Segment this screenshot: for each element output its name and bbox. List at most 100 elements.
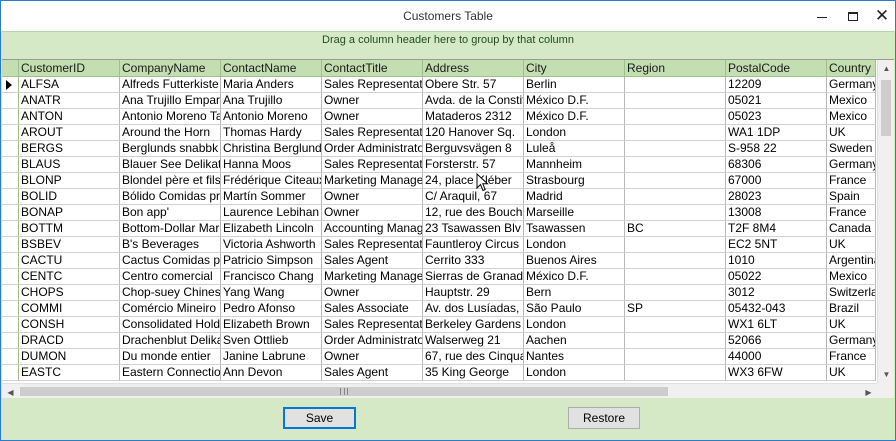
column-header-region[interactable]: Region xyxy=(625,60,726,77)
cell-region[interactable] xyxy=(625,365,726,381)
cell-customer-id[interactable]: CONSH xyxy=(19,317,120,333)
save-button[interactable]: Save xyxy=(283,407,356,429)
cell-company-name[interactable]: Drachenblut Delika xyxy=(120,333,221,349)
cell-address[interactable]: 12, rue des Bouch xyxy=(423,205,524,221)
cell-customer-id[interactable]: CENTC xyxy=(19,269,120,285)
cell-contact-title[interactable]: Marketing Manage xyxy=(322,173,423,189)
cell-city[interactable]: Berlin xyxy=(524,77,625,93)
table-row[interactable]: BLONP Blondel père et fils Frédérique Cite… xyxy=(2,173,876,189)
cell-address[interactable]: Fauntleroy Circus xyxy=(423,237,524,253)
cell-customer-id[interactable]: ANTON xyxy=(19,109,120,125)
cell-contact-title[interactable]: Sales Representati xyxy=(322,317,423,333)
cell-postal-code[interactable]: 13008 xyxy=(726,205,827,221)
cell-company-name[interactable]: Around the Horn xyxy=(120,125,221,141)
column-header-customer-id[interactable]: CustomerID xyxy=(19,60,120,77)
cell-company-name[interactable]: Bólido Comidas pr xyxy=(120,189,221,205)
cell-contact-name[interactable]: Pedro Afonso xyxy=(221,301,322,317)
cell-postal-code[interactable]: 05021 xyxy=(726,93,827,109)
cell-contact-name[interactable]: Yang Wang xyxy=(221,285,322,301)
cell-city[interactable]: Madrid xyxy=(524,189,625,205)
cell-customer-id[interactable]: AROUT xyxy=(19,125,120,141)
cell-address[interactable]: Hauptstr. 29 xyxy=(423,285,524,301)
row-header[interactable] xyxy=(2,173,19,189)
cell-postal-code[interactable]: 3012 xyxy=(726,285,827,301)
cell-postal-code[interactable]: 68306 xyxy=(726,157,827,173)
row-header[interactable] xyxy=(2,157,19,173)
scroll-right-arrow-icon[interactable]: ▶ xyxy=(860,384,877,398)
select-all-corner[interactable] xyxy=(2,60,19,77)
cell-contact-title[interactable]: Accounting Manag xyxy=(322,221,423,237)
row-header[interactable] xyxy=(2,237,19,253)
scroll-up-arrow-icon[interactable]: ▲ xyxy=(878,60,894,77)
cell-contact-title[interactable]: Owner xyxy=(322,205,423,221)
cell-region[interactable] xyxy=(625,285,726,301)
cell-city[interactable]: México D.F. xyxy=(524,93,625,109)
close-button[interactable]: ✕ xyxy=(867,1,896,31)
column-header-city[interactable]: City xyxy=(524,60,625,77)
cell-city[interactable]: Buenos Aires xyxy=(524,253,625,269)
cell-address[interactable]: Walserweg 21 xyxy=(423,333,524,349)
cell-customer-id[interactable]: DUMON xyxy=(19,349,120,365)
cell-region[interactable] xyxy=(625,205,726,221)
cell-company-name[interactable]: Eastern Connectio xyxy=(120,365,221,381)
cell-customer-id[interactable]: BLAUS xyxy=(19,157,120,173)
scroll-left-arrow-icon[interactable]: ◀ xyxy=(2,384,19,398)
cell-company-name[interactable]: Consolidated Holdi xyxy=(120,317,221,333)
group-by-panel[interactable]: Drag a column header here to group by th… xyxy=(2,31,894,49)
cell-customer-id[interactable]: EASTC xyxy=(19,365,120,381)
cell-city[interactable]: Nantes xyxy=(524,349,625,365)
cell-contact-title[interactable]: Order Administrato xyxy=(322,141,423,157)
table-row[interactable]: CONSH Consolidated Holdi Elizabeth Brown Sa… xyxy=(2,317,876,333)
cell-postal-code[interactable]: WX3 6FW xyxy=(726,365,827,381)
cell-contact-title[interactable]: Owner xyxy=(322,349,423,365)
cell-region[interactable] xyxy=(625,349,726,365)
cell-region[interactable] xyxy=(625,189,726,205)
cell-country[interactable]: Mexico xyxy=(827,269,876,285)
row-header[interactable] xyxy=(2,141,19,157)
cell-contact-name[interactable]: Frédérique Citeaux xyxy=(221,173,322,189)
cell-region[interactable] xyxy=(625,253,726,269)
table-row[interactable]: CACTU Cactus Comidas p Patricio Simpson Sal… xyxy=(2,253,876,269)
restore-button[interactable]: Restore xyxy=(568,407,640,429)
title-bar[interactable]: Customers Table ✕ xyxy=(1,1,895,31)
cell-postal-code[interactable]: 44000 xyxy=(726,349,827,365)
row-header[interactable] xyxy=(2,349,19,365)
table-row[interactable]: BSBEV B's Beverages Victoria Ashworth Sales… xyxy=(2,237,876,253)
cell-contact-title[interactable]: Owner xyxy=(322,189,423,205)
table-row[interactable]: ANTON Antonio Moreno Ta Antonio Moreno Owne… xyxy=(2,109,876,125)
cell-city[interactable]: México D.F. xyxy=(524,109,625,125)
cell-contact-title[interactable]: Owner xyxy=(322,93,423,109)
cell-contact-title[interactable]: Marketing Manage xyxy=(322,269,423,285)
cell-customer-id[interactable]: BOTTM xyxy=(19,221,120,237)
table-row[interactable]: BERGS Berglunds snabbk Christina Berglund O… xyxy=(2,141,876,157)
cell-postal-code[interactable]: 52066 xyxy=(726,333,827,349)
cell-region[interactable] xyxy=(625,237,726,253)
cell-postal-code[interactable]: 05023 xyxy=(726,109,827,125)
cell-postal-code[interactable]: WX1 6LT xyxy=(726,317,827,333)
cell-customer-id[interactable]: BSBEV xyxy=(19,237,120,253)
cell-region[interactable] xyxy=(625,317,726,333)
cell-region[interactable] xyxy=(625,173,726,189)
cell-company-name[interactable]: Ana Trujillo Empar xyxy=(120,93,221,109)
row-header[interactable] xyxy=(2,93,19,109)
cell-contact-name[interactable]: Hanna Moos xyxy=(221,157,322,173)
cell-address[interactable]: Berguvsvägen 8 xyxy=(423,141,524,157)
cell-contact-name[interactable]: Victoria Ashworth xyxy=(221,237,322,253)
cell-country[interactable]: UK xyxy=(827,237,876,253)
scroll-down-arrow-icon[interactable]: ▼ xyxy=(878,366,894,383)
cell-contact-title[interactable]: Sales Agent xyxy=(322,365,423,381)
cell-contact-name[interactable]: Elizabeth Lincoln xyxy=(221,221,322,237)
cell-customer-id[interactable]: BONAP xyxy=(19,205,120,221)
cell-country[interactable]: Canada xyxy=(827,221,876,237)
cell-region[interactable] xyxy=(625,157,726,173)
cell-company-name[interactable]: Bon app' xyxy=(120,205,221,221)
table-row[interactable]: DRACD Drachenblut Delika Sven Ottlieb Order… xyxy=(2,333,876,349)
cell-country[interactable]: Mexico xyxy=(827,109,876,125)
cell-company-name[interactable]: Du monde entier xyxy=(120,349,221,365)
cell-city[interactable]: London xyxy=(524,365,625,381)
cell-contact-title[interactable]: Order Administrato xyxy=(322,333,423,349)
column-header-contact-title[interactable]: ContactTitle xyxy=(322,60,423,77)
cell-city[interactable]: London xyxy=(524,317,625,333)
cell-address[interactable]: Berkeley Gardens xyxy=(423,317,524,333)
column-header-company-name[interactable]: CompanyName xyxy=(120,60,221,77)
